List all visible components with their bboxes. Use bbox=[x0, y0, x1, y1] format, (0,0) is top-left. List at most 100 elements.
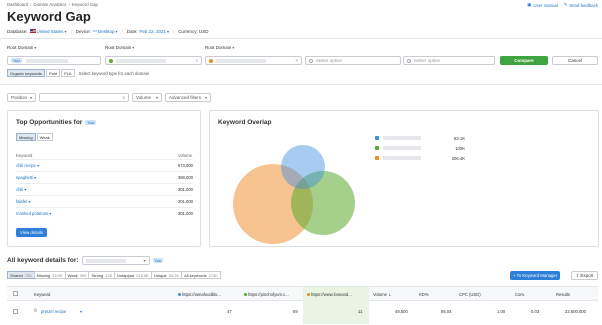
list-item: chili recipe ▾ 673,000 bbox=[16, 159, 193, 171]
advanced-filters[interactable]: Advanced filters ▾ bbox=[165, 93, 211, 102]
col-com[interactable]: Com. bbox=[515, 292, 525, 297]
send-feedback-link[interactable]: Send feedback bbox=[569, 3, 598, 8]
details-domain-select[interactable]: ▾ bbox=[81, 256, 150, 265]
view-details-button[interactable]: View details bbox=[16, 228, 47, 237]
tab-paid[interactable]: Paid bbox=[46, 69, 61, 77]
list-item: spaghetti ▾ 368,000 bbox=[16, 171, 193, 183]
segment-all-keywords[interactable]: All keywords 274K bbox=[181, 271, 221, 279]
domain-input-5[interactable]: Select option bbox=[403, 56, 495, 65]
opportunity-volume: 301,000 bbox=[177, 211, 193, 216]
volume-filter[interactable]: Volume ▾ bbox=[132, 93, 162, 102]
row-domain-3-value: 11 bbox=[358, 309, 363, 314]
col-domain-1[interactable]: https://iamafoodblo... bbox=[178, 292, 221, 297]
opportunities-header: Top Opportunities for You bbox=[16, 119, 97, 126]
col-keyword[interactable]: Keyword bbox=[34, 292, 50, 297]
venn-diagram bbox=[233, 145, 355, 244]
col-results[interactable]: Results bbox=[556, 292, 570, 297]
chevron-down-icon: ▾ bbox=[115, 28, 118, 34]
opportunities-list: chili recipe ▾ 673,000 spaghetti ▾ 368,000 c… bbox=[16, 159, 193, 219]
legend-value: 100K bbox=[455, 145, 465, 151]
chevron-down-icon: ▾ bbox=[167, 28, 170, 34]
chevron-down-icon[interactable]: ▾ bbox=[48, 211, 51, 216]
legend-item: 63.1K bbox=[375, 133, 465, 143]
tab-missing[interactable]: Missing bbox=[16, 133, 36, 141]
row-keyword-link[interactable]: pretzel recipe bbox=[41, 309, 66, 314]
chevron-down-icon[interactable]: ▾ bbox=[27, 199, 30, 204]
segment-unique[interactable]: Unique 34.2K bbox=[150, 271, 183, 279]
close-icon[interactable]: × bbox=[195, 58, 198, 63]
export-button[interactable]: ⇪ Export bbox=[571, 271, 598, 280]
chevron-down-icon[interactable]: ▾ bbox=[33, 175, 36, 180]
book-icon: ▣ bbox=[527, 2, 532, 7]
search-input[interactable]: ⌕ bbox=[39, 93, 129, 102]
segment-strong[interactable]: Strong 126 bbox=[88, 271, 115, 279]
row-kd: 85.04 bbox=[441, 309, 452, 314]
col-kd[interactable]: KD% bbox=[419, 292, 429, 297]
cancel-button[interactable]: Cancel bbox=[552, 56, 598, 65]
page-title: Keyword Gap bbox=[7, 9, 91, 24]
chevron-down-icon[interactable]: ▾ bbox=[36, 163, 39, 168]
opportunity-keyword-link[interactable]: spaghetti bbox=[16, 175, 33, 180]
list-item: falafel ▾ 301,000 bbox=[16, 195, 193, 207]
filters-bar: Database: United States ▾ | Device: ▭ De… bbox=[7, 28, 209, 34]
domain-input-3[interactable]: × bbox=[205, 56, 302, 65]
domain-input-1[interactable]: You bbox=[7, 56, 101, 65]
row-cpc: 1.00 bbox=[497, 309, 506, 314]
compare-button[interactable]: Compare bbox=[500, 56, 548, 65]
details-segments: Shared 755 Missing 23.9K Weak 399 Strong 126 Unt… bbox=[7, 271, 221, 279]
tab-pla[interactable]: PLA bbox=[61, 69, 75, 77]
user-manual-link[interactable]: User manual bbox=[533, 3, 557, 8]
export-icon: ⇪ bbox=[575, 272, 580, 278]
you-badge: You bbox=[85, 120, 97, 125]
col-domain-2[interactable]: https://pinchofyum.c... bbox=[244, 292, 289, 297]
col-domain-3[interactable]: https://www.loveand... bbox=[307, 292, 352, 297]
orange-dot-icon bbox=[209, 58, 213, 63]
opportunity-keyword-link[interactable]: falafel bbox=[16, 199, 27, 204]
domain-input-4[interactable]: Select option bbox=[305, 56, 401, 65]
breadcrumb-dashboard[interactable]: Dashboard bbox=[7, 2, 28, 7]
legend-checkbox[interactable] bbox=[375, 146, 379, 150]
chevron-down-icon[interactable]: ▾ bbox=[80, 309, 82, 314]
breadcrumb-domain-analytics[interactable]: Domain Analytics bbox=[33, 2, 66, 7]
row-com: 0.03 bbox=[531, 309, 540, 314]
legend-checkbox[interactable] bbox=[375, 156, 379, 160]
keyword-info-icon: ⚙ bbox=[33, 308, 38, 314]
venn-circle-blue bbox=[281, 145, 325, 189]
tab-organic-keywords[interactable]: Organic keywords bbox=[7, 69, 46, 77]
table-row: ⚙ pretzel recipe ▾ 47 69 11 49,500 85.04… bbox=[7, 302, 598, 322]
opportunity-keyword-link[interactable]: mashed potatoes bbox=[16, 211, 48, 216]
select-all-checkbox[interactable] bbox=[13, 291, 18, 296]
close-icon[interactable]: × bbox=[295, 58, 298, 63]
opportunities-tabs: Missing Weak bbox=[16, 133, 53, 141]
row-checkbox[interactable] bbox=[13, 309, 18, 314]
green-dot-icon bbox=[109, 58, 113, 63]
opportunity-keyword-link[interactable]: chili recipe bbox=[16, 163, 36, 168]
segment-untapped[interactable]: Untapped 210.5K bbox=[113, 271, 152, 279]
col-volume[interactable]: Volume ⇣ bbox=[373, 292, 392, 297]
top-opportunities-panel: Top Opportunities for You Missing Weak K… bbox=[7, 110, 201, 247]
tab-weak[interactable]: Weak bbox=[36, 133, 53, 141]
database-select[interactable]: United States bbox=[37, 29, 64, 34]
segment-weak[interactable]: Weak 399 bbox=[64, 271, 90, 279]
root-domain-label-3: Root Domain ▾ bbox=[205, 45, 235, 50]
domain-input-2[interactable]: × bbox=[105, 56, 202, 65]
to-keyword-manager-button[interactable]: + To Keyword Manager bbox=[510, 271, 561, 280]
keyword-type-tabs: Organic keywords Paid PLA Select keyword… bbox=[7, 69, 149, 77]
device-select[interactable]: Desktop bbox=[98, 29, 115, 34]
chevron-down-icon[interactable]: ▾ bbox=[23, 187, 26, 192]
legend-value: 206.4K bbox=[451, 155, 465, 161]
details-title: All keyword details for: bbox=[7, 257, 79, 264]
segment-missing[interactable]: Missing 23.9K bbox=[33, 271, 66, 279]
row-domain-2-value: 69 bbox=[293, 309, 298, 314]
col-cpc[interactable]: CPC (USD) bbox=[459, 292, 481, 297]
overlap-legend: 63.1K 100K 206.4K bbox=[375, 133, 465, 163]
feedback-icon: ✎ bbox=[563, 2, 568, 7]
segment-shared[interactable]: Shared 755 bbox=[7, 271, 35, 279]
row-domain-1-value: 47 bbox=[227, 309, 232, 314]
date-select[interactable]: Feb 22, 2021 bbox=[139, 29, 166, 34]
position-filter[interactable]: Position ▾ bbox=[7, 93, 36, 102]
root-domain-label-1: Root Domain ▾ bbox=[7, 45, 37, 50]
database-label: Database: bbox=[7, 28, 28, 34]
legend-checkbox[interactable] bbox=[375, 136, 379, 140]
opportunities-title: Top Opportunities for bbox=[16, 119, 83, 126]
